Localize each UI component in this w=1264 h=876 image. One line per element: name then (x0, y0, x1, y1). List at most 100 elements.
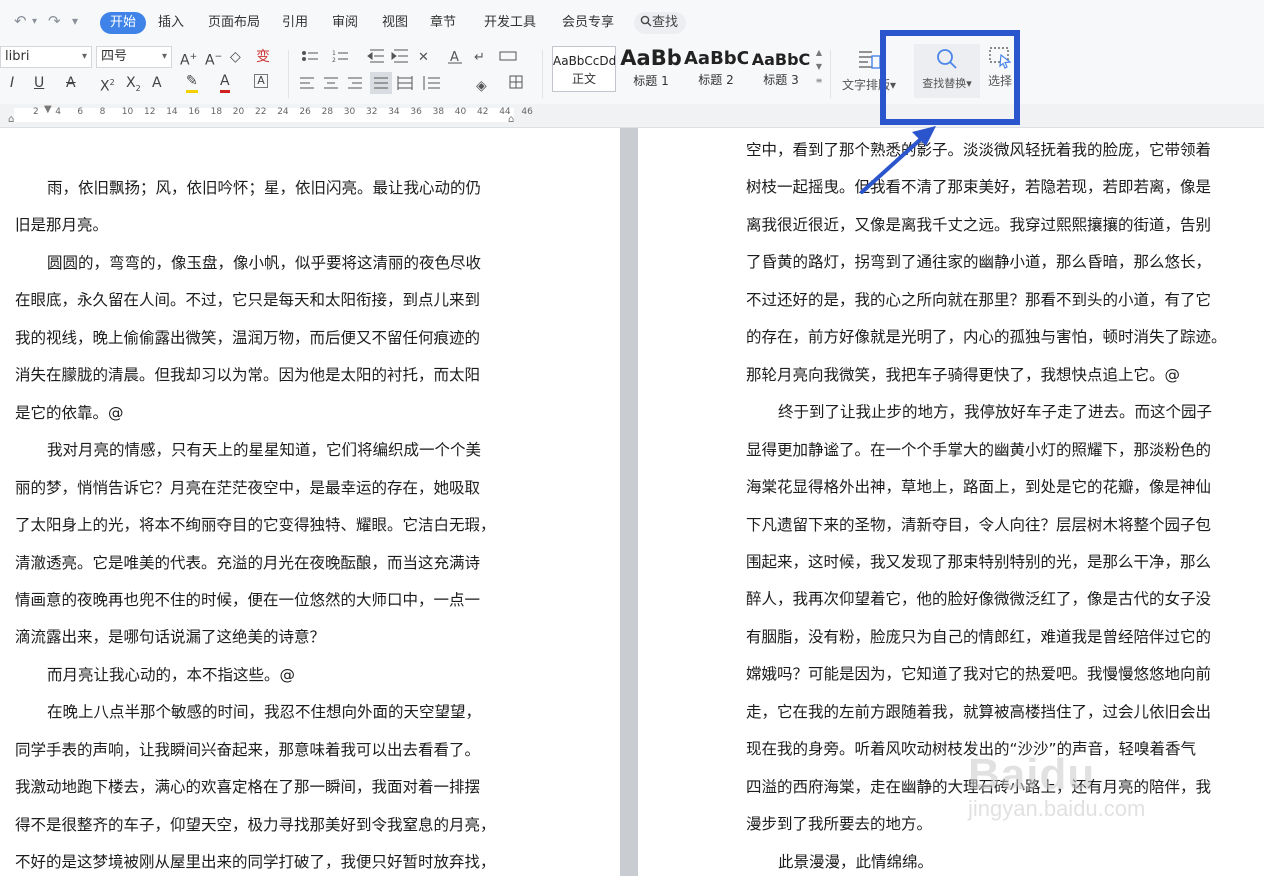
paragraph-line: 有胭脂，没有粉，脸庞只为自己的情郎红，难道我是曾经陪伴过它的 (746, 627, 1212, 646)
menu-search-button[interactable]: 查找 (634, 12, 686, 34)
char-border-icon[interactable]: A (254, 74, 268, 88)
customize-icon[interactable]: ▾ (72, 14, 78, 28)
clear-format-icon[interactable]: ◇ (230, 48, 241, 66)
menu-tab-7[interactable]: 开发工具 (474, 12, 546, 34)
menu-tab-8[interactable]: 会员专享 (552, 12, 624, 34)
paragraph-line: 嫦娥吗？可能是因为，它知道了我对它的热爱吧。我慢慢悠悠地向前 (746, 665, 1212, 684)
style-sample: AaBb (620, 46, 682, 70)
undo-dropdown-icon[interactable]: ▾ (32, 16, 37, 27)
superscript-icon[interactable]: X2 (100, 74, 115, 96)
ruler-number: 46 (521, 107, 533, 117)
paragraph-line: 醉人，我再次仰望着它，他的脸好像微微泛红了，像是古代的女子没 (746, 590, 1212, 609)
ruler-number: 42 (477, 107, 489, 117)
ribbon: libri ▾ 四号 ▾ A+ A− ◇ 变 I U A X2 X2 A ✎ A A… (0, 44, 1264, 104)
document-page-right[interactable]: 空中，看到了那个熟悉的影子。淡淡微风轻抚着我的脸庞，它带领着 树枝一起摇曳。但我看… (638, 128, 1264, 876)
font-size-value: 四号 (101, 49, 128, 64)
watermark-brand: Baidu (968, 750, 1096, 799)
paragraph-line: 漫步到了我所要去的地方。 (746, 815, 933, 834)
ruler-number: 24 (277, 107, 289, 117)
right-indent-marker[interactable]: ⌂ (508, 114, 514, 125)
text-effect-icon[interactable]: A (152, 74, 162, 92)
font-name-value: libri (5, 49, 30, 64)
align-center-icon[interactable] (324, 77, 338, 89)
subscript-icon[interactable]: X2 (126, 74, 141, 98)
ruler-number: 4 (55, 107, 61, 117)
shrink-font-icon[interactable]: A− (205, 48, 222, 70)
paragraph-line: 我对月亮的情感，只有天上的星星知道，它们将编织成一个个美 (47, 441, 482, 460)
style-heading-2[interactable]: AaBbC 标题 2 (684, 46, 748, 92)
menu-tab-1[interactable]: 插入 (148, 12, 194, 34)
text-direction-icon[interactable]: A (448, 50, 462, 65)
ruler-number: 20 (232, 107, 245, 117)
bullets-icon[interactable] (302, 51, 319, 61)
borders-icon[interactable] (509, 75, 523, 89)
phonetic-guide-icon[interactable]: 变 (256, 48, 270, 66)
style-sample: AaBbC (751, 50, 811, 69)
paragraph-line: 树枝一起摇曳。但我看不清了那束美好，若隐若现，若即若离，像是 (746, 178, 1212, 197)
paragraph-line: 了太阳身上的光，将本不绚丽夺目的它变得独特、耀眼。它洁白无瑕， (15, 516, 496, 535)
show-marks-icon[interactable] (499, 51, 517, 61)
undo-icon[interactable]: ↶ (14, 12, 27, 30)
chevron-up-icon[interactable]: ▲ (816, 48, 822, 57)
menu-bar: ↶ ▾ ↷ ▾ 开始 插入 页面布局 引用 审阅 视图 章节 开发工具 会员专享 查找 (0, 0, 1264, 44)
line-break-icon[interactable]: ↵ (474, 50, 485, 65)
menu-search-label: 查找 (652, 15, 679, 30)
chinese-layout-icon[interactable]: ✕ (418, 50, 429, 65)
annotation-highlight-box (880, 30, 1020, 125)
font-size-select[interactable]: 四号 ▾ (96, 46, 172, 68)
menu-tab-4[interactable]: 审阅 (322, 12, 368, 34)
paragraph-line: 我激动地跑下楼去，满心的欢喜定格在了那一瞬间，我面对着一排摆 (15, 778, 481, 797)
more-icon[interactable]: ≡ (816, 76, 823, 85)
ruler-number: 6 (77, 107, 84, 117)
underline-icon[interactable]: U (34, 74, 44, 92)
paragraph-line: 终于到了让我止步的地方，我停放好车子走了进去。而这个园子 (778, 403, 1213, 422)
chevron-down-icon: ▾ (81, 51, 87, 62)
ruler-number: 18 (210, 107, 223, 117)
menu-tab-5[interactable]: 视图 (372, 12, 418, 34)
decrease-indent-icon[interactable] (367, 49, 384, 63)
style-heading-3[interactable]: AaBbC 标题 3 (750, 46, 812, 92)
paragraph-line: 是它的依靠。@ (15, 403, 124, 422)
style-normal[interactable]: AaBbCcDd 正文 (552, 46, 616, 92)
ruler-number: 40 (454, 107, 467, 117)
redo-icon[interactable]: ↷ (48, 12, 61, 30)
paragraph-line: 在晚上八点半那个敏感的时间，我忍不住想向外面的天空望望， (47, 703, 482, 722)
menu-tab-6[interactable]: 章节 (420, 12, 466, 34)
font-color-icon[interactable]: A (220, 72, 230, 93)
ruler-number: 12 (144, 107, 156, 117)
first-line-indent-marker[interactable]: ▼ (44, 104, 52, 115)
chevron-down-icon[interactable]: ▼ (816, 62, 822, 71)
align-right-icon[interactable] (348, 77, 362, 89)
menu-tab-3[interactable]: 引用 (272, 12, 318, 34)
line-spacing-icon[interactable] (423, 76, 440, 90)
increase-indent-icon[interactable] (391, 49, 408, 63)
grow-font-icon[interactable]: A+ (180, 48, 197, 70)
italic-icon[interactable]: I (10, 74, 14, 92)
paragraph-line: 不好的是这梦境被刚从屋里出来的同学打破了，我便只好暂时放弃找， (15, 853, 496, 872)
left-indent-marker[interactable]: ⌂ (8, 114, 14, 125)
paragraph-line: 围起来，这时候，我又发现了那束特别特别的光，是那么干净，那么 (746, 552, 1212, 571)
align-left-icon[interactable] (300, 77, 314, 89)
shading-icon[interactable]: ◈ (476, 78, 487, 94)
font-name-select[interactable]: libri ▾ (0, 46, 92, 68)
text-layout-icon (859, 51, 881, 69)
ruler-number: 8 (99, 107, 106, 117)
distributed-icon[interactable] (397, 76, 413, 90)
paragraph-line: 显得更加静谧了。在一个个手掌大的幽黄小灯的照耀下，那淡粉色的 (746, 440, 1212, 459)
svg-text:2: 2 (332, 57, 336, 64)
strikethrough-icon[interactable]: A (66, 74, 76, 92)
document-page-left[interactable]: 雨，依旧飘扬；风，依旧吟怀；星，依旧闪亮。最让我心动的仍 旧是那月亮。 圆圆的，弯弯… (0, 128, 620, 876)
paragraph-line: 滴流露出来，是哪句话说漏了这绝美的诗意？ (15, 628, 326, 647)
highlight-icon[interactable]: ✎ (186, 72, 198, 93)
ruler: 2 4 6 8 10 12 14 16 18 20 22 24 26 28 30 32 34 36 38 40 42 44… (0, 104, 1264, 128)
paragraph-line: 那轮月亮向我微笑，我把车子骑得更快了，我想快点追上它。@ (746, 365, 1181, 384)
menu-tab-2[interactable]: 页面布局 (198, 12, 270, 34)
ruler-number: 32 (366, 107, 378, 117)
svg-text:↵: ↵ (474, 50, 485, 65)
style-heading-1[interactable]: AaBb 标题 1 (620, 46, 682, 92)
menu-tab-0[interactable]: 开始 (100, 12, 147, 34)
paragraph-line: 清澈透亮。它是唯美的代表。充溢的月光在夜晚酝酿，而当这充满诗 (15, 553, 481, 572)
numbering-icon[interactable]: 12 (332, 50, 348, 64)
gallery-scroll[interactable]: ▲ ▼ ≡ (814, 46, 824, 92)
paragraph-line: 走，它在我的左前方跟随着我，就算被高楼挡住了，过会儿依旧会出 (746, 702, 1212, 721)
